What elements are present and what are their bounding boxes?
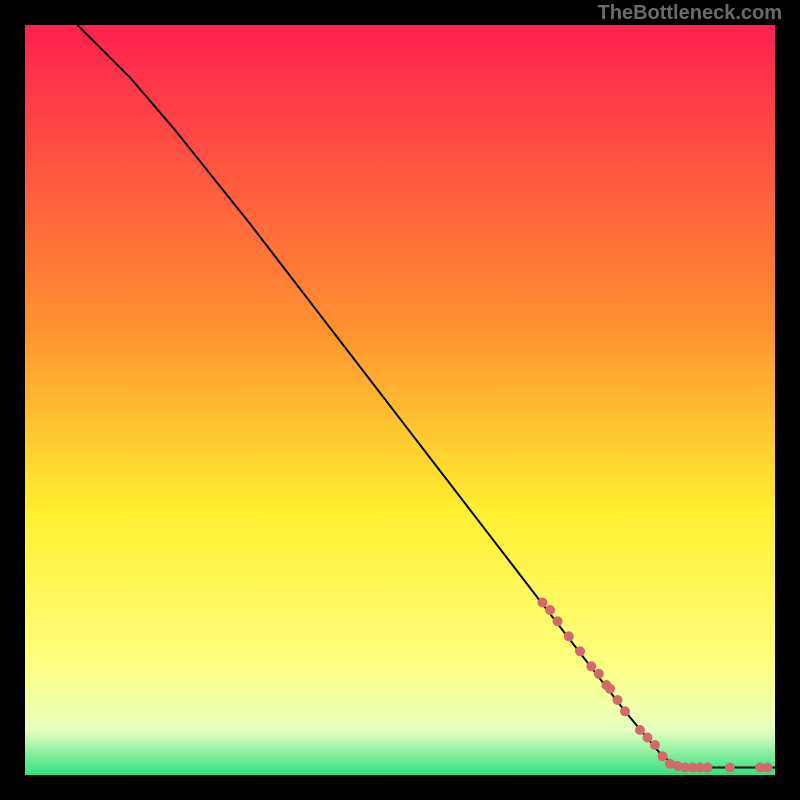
data-marker xyxy=(594,669,604,679)
data-marker xyxy=(658,751,668,761)
data-marker xyxy=(605,684,615,694)
data-marker xyxy=(650,740,660,750)
data-marker xyxy=(564,631,574,641)
data-marker xyxy=(635,725,645,735)
data-marker xyxy=(763,763,773,773)
data-marker xyxy=(575,646,585,656)
watermark-text: TheBottleneck.com xyxy=(598,2,782,25)
data-marker xyxy=(538,598,548,608)
data-marker xyxy=(725,763,735,773)
data-marker xyxy=(703,763,713,773)
gradient-background xyxy=(25,25,775,775)
chart-container xyxy=(25,25,775,775)
data-marker xyxy=(643,733,653,743)
chart-svg xyxy=(25,25,775,775)
data-marker xyxy=(553,616,563,626)
data-marker xyxy=(586,661,596,671)
data-marker xyxy=(620,706,630,716)
data-marker xyxy=(613,695,623,705)
data-marker xyxy=(545,605,555,615)
